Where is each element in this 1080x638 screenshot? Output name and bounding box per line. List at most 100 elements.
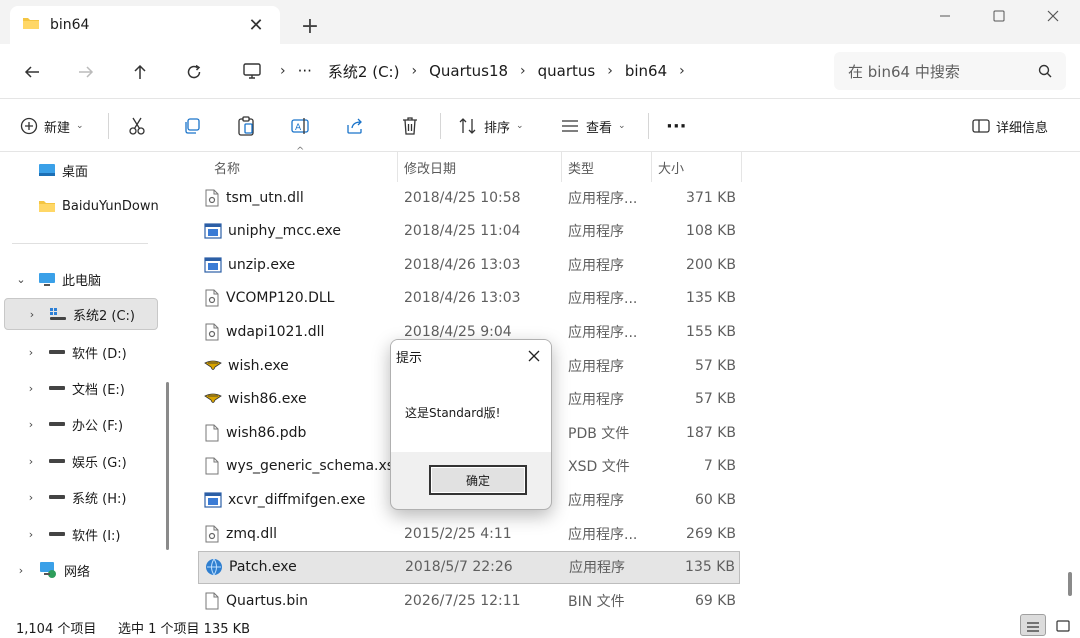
chevron-right-icon[interactable]: › <box>24 346 38 359</box>
refresh-button[interactable] <box>178 56 210 88</box>
windows-drive-icon <box>49 307 67 321</box>
new-tab-button[interactable]: + <box>296 12 324 40</box>
forward-button[interactable] <box>70 56 102 88</box>
up-button[interactable] <box>124 56 156 88</box>
details-view-button[interactable] <box>1020 614 1046 636</box>
dialog-title-bar[interactable]: 提示 <box>391 340 551 371</box>
svg-text:A: A <box>295 123 302 133</box>
rename-button[interactable]: A <box>291 111 311 141</box>
tcl-feather-icon <box>204 359 222 373</box>
breadcrumb-quartus[interactable]: quartus <box>530 62 604 80</box>
file-row[interactable]: uniphy_mcc.exe 2018/4/25 11:04 应用程序 108 KB <box>198 215 740 248</box>
close-tab-icon[interactable]: ✕ <box>244 13 268 37</box>
more-icon: ··· <box>666 115 687 137</box>
sidebar-item-drive-h[interactable]: › 系统 (H:) <box>4 481 158 513</box>
chevron-right-icon[interactable]: › <box>25 308 39 321</box>
sidebar-item-drive-g[interactable]: › 娱乐 (G:) <box>4 445 158 477</box>
ok-button[interactable]: 确定 <box>429 465 527 495</box>
file-name-cell: Quartus.bin <box>204 592 394 610</box>
breadcrumb-more[interactable]: ··· <box>290 62 320 80</box>
chevron-right-icon[interactable]: › <box>24 491 38 504</box>
sidebar-item-drive-i[interactable]: › 软件 (I:) <box>4 518 158 550</box>
chevron-down-icon: ⌄ <box>618 121 626 131</box>
back-button[interactable] <box>16 56 48 88</box>
sidebar-item-drive-c[interactable]: › 系统2 (C:) <box>4 298 158 330</box>
chevron-right-icon[interactable]: › <box>24 455 38 468</box>
view-button[interactable]: 查看 ⌄ <box>560 111 626 141</box>
file-date: 2018/4/25 11:04 <box>404 223 521 240</box>
sidebar-label: 网络 <box>64 564 91 580</box>
file-row[interactable]: unzip.exe 2018/4/26 13:03 应用程序 200 KB <box>198 248 740 281</box>
breadcrumb-c-drive[interactable]: 系统2 (C:) <box>320 61 408 82</box>
sidebar-label: 软件 (I:) <box>72 528 121 544</box>
column-header-date[interactable]: 修改日期 <box>398 152 562 182</box>
search-box[interactable]: 在 bin64 中搜索 <box>834 52 1066 90</box>
chevron-right-icon[interactable]: › <box>675 63 689 79</box>
share-button[interactable] <box>346 111 364 141</box>
dll-file-icon <box>204 189 220 207</box>
paste-button[interactable] <box>237 111 255 141</box>
sidebar-item-network[interactable]: › 网络 <box>4 554 158 586</box>
search-input[interactable]: 在 bin64 中搜索 <box>848 61 1038 82</box>
sidebar-item-drive-d[interactable]: › 软件 (D:) <box>4 336 158 368</box>
file-date: 2015/2/25 4:11 <box>404 525 512 542</box>
file-type: 应用程序 <box>569 560 625 577</box>
file-row[interactable]: Patch.exe 2018/5/7 22:26 应用程序 135 KB <box>198 550 740 584</box>
sidebar-item-drive-e[interactable]: › 文档 (E:) <box>4 372 158 404</box>
column-header-type[interactable]: 类型 <box>562 152 652 182</box>
folder-icon <box>38 198 56 214</box>
chevron-right-icon[interactable]: › <box>24 418 38 431</box>
chevron-right-icon[interactable]: › <box>407 63 421 79</box>
column-header-size[interactable]: 大小 <box>652 152 742 182</box>
file-size: 57 KB <box>694 391 736 408</box>
chevron-right-icon[interactable]: › <box>24 528 38 541</box>
address-bar[interactable]: › ··· 系统2 (C:) › Quartus18 › quartus › b… <box>232 52 818 90</box>
sort-button[interactable]: 排序 ⌄ <box>458 111 524 141</box>
file-row[interactable]: tsm_utn.dll 2018/4/25 10:58 应用程序... 371 KB <box>198 181 740 214</box>
sidebar-item-this-pc[interactable]: ⌄ 此电脑 <box>4 263 158 295</box>
file-name-cell: unzip.exe <box>204 257 394 273</box>
column-header-name[interactable]: 名称 ^ <box>208 146 398 182</box>
sidebar-item-desktop[interactable]: 桌面 <box>4 154 158 186</box>
details-pane-button[interactable]: 详细信息 <box>972 111 1048 141</box>
column-date-label: 修改日期 <box>404 161 457 177</box>
cut-button[interactable] <box>128 111 146 141</box>
breadcrumb-bin64[interactable]: bin64 <box>617 62 675 80</box>
file-row[interactable]: zmq.dll 2015/2/25 4:11 应用程序... 269 KB <box>198 517 740 550</box>
file-name-cell: zmq.dll <box>204 525 394 543</box>
file-row[interactable]: VCOMP120.DLL 2018/4/26 13:03 应用程序... 135 KB <box>198 282 740 315</box>
file-name-cell: VCOMP120.DLL <box>204 289 394 307</box>
minimize-icon[interactable] <box>918 0 972 32</box>
navigation-pane: 桌面 BaiduYunDownload ⌄ 此电脑 › 系统2 (C:) › 软… <box>0 152 172 612</box>
navigation-bar: › ··· 系统2 (C:) › Quartus18 › quartus › b… <box>0 44 1080 98</box>
file-name: unzip.exe <box>228 256 296 273</box>
chevron-right-icon[interactable]: › <box>14 564 28 577</box>
chevron-right-icon[interactable]: › <box>603 63 617 79</box>
view-label: 查看 <box>586 120 613 136</box>
exe-file-icon <box>204 492 222 508</box>
file-list-scrollbar[interactable] <box>1068 572 1072 596</box>
tiles-view-button[interactable] <box>1050 614 1076 636</box>
copy-button[interactable] <box>183 111 201 141</box>
close-window-icon[interactable] <box>1026 0 1080 32</box>
file-date: 2018/4/25 9:04 <box>404 323 512 340</box>
sidebar-scrollbar[interactable] <box>166 382 169 550</box>
chevron-right-icon[interactable]: › <box>516 63 530 79</box>
sidebar-label: BaiduYunDownload <box>62 198 158 214</box>
drive-icon <box>48 456 66 466</box>
tab-bin64[interactable]: bin64 ✕ <box>10 6 280 44</box>
breadcrumb-quartus18[interactable]: Quartus18 <box>421 62 516 80</box>
sidebar-item-baiduyundownload[interactable]: BaiduYunDownload <box>4 190 158 222</box>
new-button[interactable]: 新建 ⌄ <box>20 111 84 141</box>
chevron-right-icon[interactable]: › <box>276 63 290 79</box>
maximize-icon[interactable] <box>972 0 1026 32</box>
delete-button[interactable] <box>401 111 419 141</box>
more-options-button[interactable]: ··· <box>666 111 687 141</box>
sort-label: 排序 <box>484 120 511 136</box>
dialog-close-button[interactable] <box>519 342 549 370</box>
sidebar-item-drive-f[interactable]: › 办公 (F:) <box>4 408 158 440</box>
chevron-right-icon[interactable]: › <box>24 382 38 395</box>
chevron-down-icon[interactable]: ⌄ <box>14 273 28 286</box>
share-icon <box>346 117 364 135</box>
column-type-label: 类型 <box>568 161 595 177</box>
